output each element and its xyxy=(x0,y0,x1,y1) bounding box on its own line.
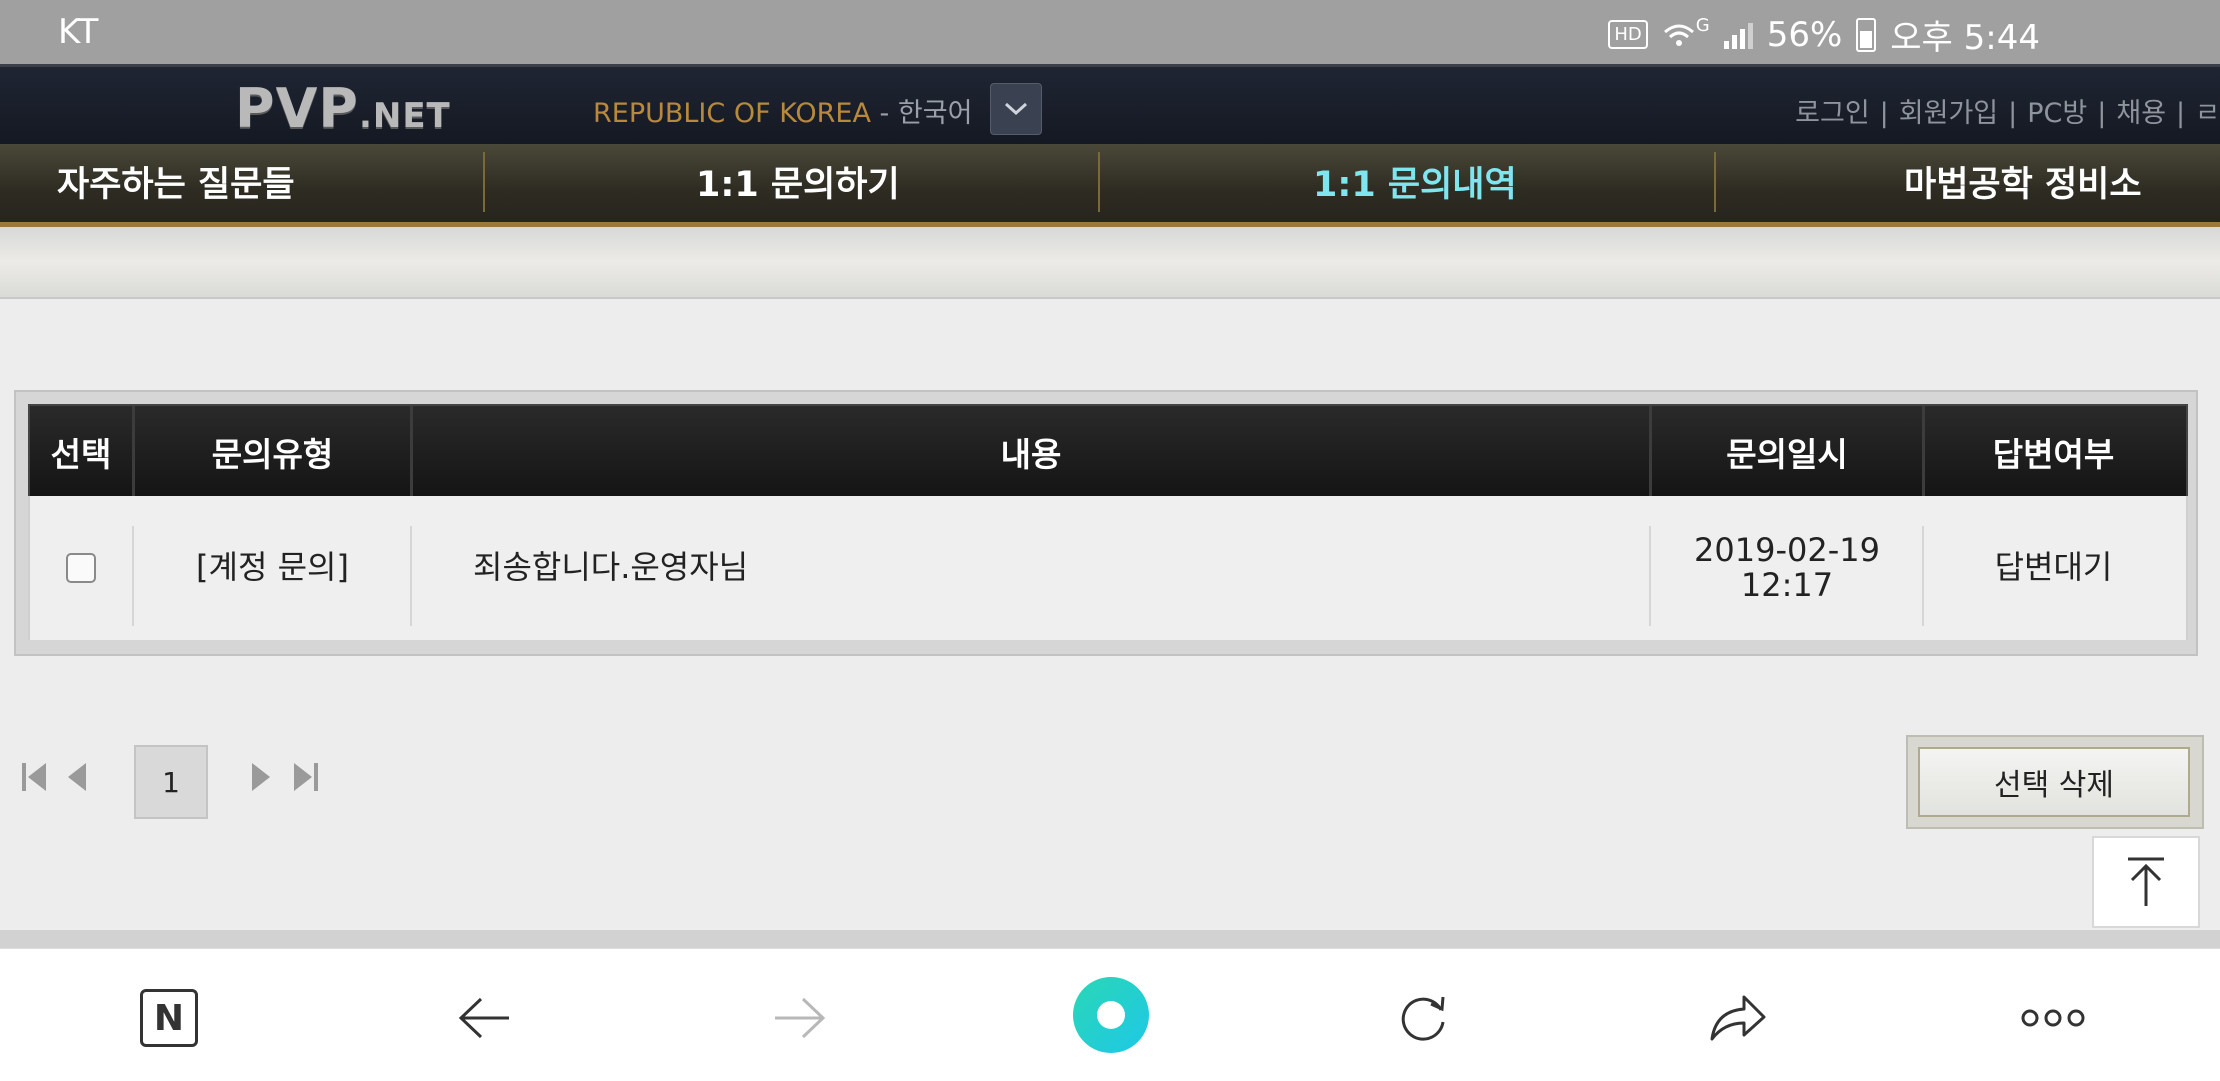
account-links: 로그인 | 회원가입 | PC방 | 채용 | ㄹ xyxy=(1795,98,2220,129)
cell-divider xyxy=(132,526,134,626)
table-header: 선택 문의유형 내용 문의일시 답변여부 xyxy=(28,404,2188,500)
refresh-icon xyxy=(1401,996,1445,1041)
language-name: 한국어 xyxy=(897,98,973,129)
signal-strength-icon xyxy=(1723,21,1753,49)
clock: 오후 5:44 xyxy=(1890,18,2040,58)
share-button[interactable] xyxy=(1703,983,1773,1053)
network-type-label: G xyxy=(1695,15,1710,36)
more-icon xyxy=(2021,1009,2085,1027)
share-icon xyxy=(1710,995,1766,1041)
wifi-icon xyxy=(1663,24,1694,46)
page-bottom-edge xyxy=(0,930,2220,948)
tab-faq[interactable]: 자주하는 질문들 xyxy=(57,156,295,207)
status-bar: KT HD G 56% 오후 5:44 xyxy=(0,0,2220,64)
logo-main-text: PVP xyxy=(235,77,359,140)
cell-divider xyxy=(1922,526,1924,626)
nav-divider xyxy=(483,152,485,212)
row-time: 12:17 xyxy=(1740,566,1834,604)
cell-divider xyxy=(410,526,412,626)
status-indicators: HD G 56% 오후 5:44 xyxy=(1608,10,2040,59)
tab-inquiry-history[interactable]: 1:1 문의내역 xyxy=(1313,156,1517,207)
region-separator: - xyxy=(870,98,898,129)
home-icon xyxy=(1073,977,1149,1053)
back-button[interactable] xyxy=(450,983,520,1053)
tab-hextech-workshop[interactable]: 마법공학 정비소 xyxy=(1904,156,2142,207)
row-type: [계정 문의] xyxy=(196,548,349,587)
last-page-icon[interactable] xyxy=(290,760,320,794)
column-header-content: 내용 xyxy=(1000,435,1062,474)
column-header-date: 문의일시 xyxy=(1726,435,1848,474)
arrow-up-to-top-icon xyxy=(2128,857,2164,906)
row-status: 답변대기 xyxy=(1994,548,2113,587)
signup-link[interactable]: 회원가입 xyxy=(1899,98,1998,129)
table-row[interactable]: [계정 문의] 죄송합니다.운영자님 2019-02-19 12:17 답변대기 xyxy=(28,496,2188,640)
naver-home-button[interactable]: N xyxy=(134,983,204,1053)
row-checkbox[interactable] xyxy=(66,553,96,583)
logo-suffix-text: .NET xyxy=(358,96,451,136)
row-select-cell xyxy=(30,496,132,640)
cell-divider xyxy=(1649,526,1651,626)
page-number-current[interactable]: 1 xyxy=(134,745,208,819)
chevron-down-icon xyxy=(1004,102,1028,116)
battery-percent: 56% xyxy=(1766,14,1843,55)
tab-submit-inquiry[interactable]: 1:1 문의하기 xyxy=(696,156,900,207)
pc-bang-link[interactable]: PC방 xyxy=(2027,98,2087,129)
forward-arrow-icon xyxy=(775,997,826,1039)
site-header: PVP.NET REPUBLIC OF KOREA - 한국어 로그인 | 회원가입… xyxy=(0,64,2220,147)
forward-button[interactable] xyxy=(764,983,834,1053)
region-name: REPUBLIC OF KOREA xyxy=(593,98,871,129)
naver-n-icon: N xyxy=(140,989,198,1047)
delete-selected-button[interactable]: 선택 삭제 xyxy=(1918,747,2190,817)
region-selector-label[interactable]: REPUBLIC OF KOREA - 한국어 xyxy=(593,91,972,130)
column-header-status: 답변여부 xyxy=(1992,435,2115,474)
support-nav: 자주하는 질문들 1:1 문의하기 1:1 문의내역 마법공학 정비소 xyxy=(0,144,2220,227)
careers-link[interactable]: 채용 xyxy=(2116,98,2166,129)
back-arrow-icon xyxy=(458,997,509,1039)
row-date: 2019-02-19 xyxy=(1694,530,1880,569)
carrier-label: KT xyxy=(58,12,99,52)
battery-icon xyxy=(1856,17,1877,52)
refresh-button[interactable] xyxy=(1388,983,1458,1053)
column-header-type: 문의유형 xyxy=(211,435,334,474)
row-content-link[interactable]: 죄송합니다.운영자님 xyxy=(413,496,1649,640)
delete-button-frame: 선택 삭제 xyxy=(1906,735,2204,829)
browser-toolbar: N xyxy=(0,948,2220,1081)
region-dropdown-button[interactable] xyxy=(990,83,1042,135)
decorative-banner xyxy=(0,227,2220,299)
pvp-net-logo[interactable]: PVP.NET xyxy=(235,77,451,140)
more-menu-button[interactable] xyxy=(2016,983,2090,1053)
hd-voice-icon: HD xyxy=(1608,20,1648,49)
scroll-to-top-button[interactable] xyxy=(2092,836,2200,928)
nav-divider xyxy=(1714,152,1716,212)
row-datetime: 2019-02-19 12:17 xyxy=(1652,496,1922,640)
first-page-icon[interactable] xyxy=(20,760,50,794)
nav-divider xyxy=(1098,152,1100,212)
prev-page-icon[interactable] xyxy=(64,760,90,794)
login-link[interactable]: 로그인 xyxy=(1795,98,1870,129)
inquiry-table: 선택 문의유형 내용 문의일시 답변여부 [계정 문의] 죄송합니다.운영자님 … xyxy=(14,390,2198,656)
column-header-select: 선택 xyxy=(50,435,112,474)
truncated-link[interactable]: ㄹ xyxy=(2195,98,2220,129)
next-page-icon[interactable] xyxy=(248,760,274,794)
home-button[interactable] xyxy=(1073,977,1149,1053)
